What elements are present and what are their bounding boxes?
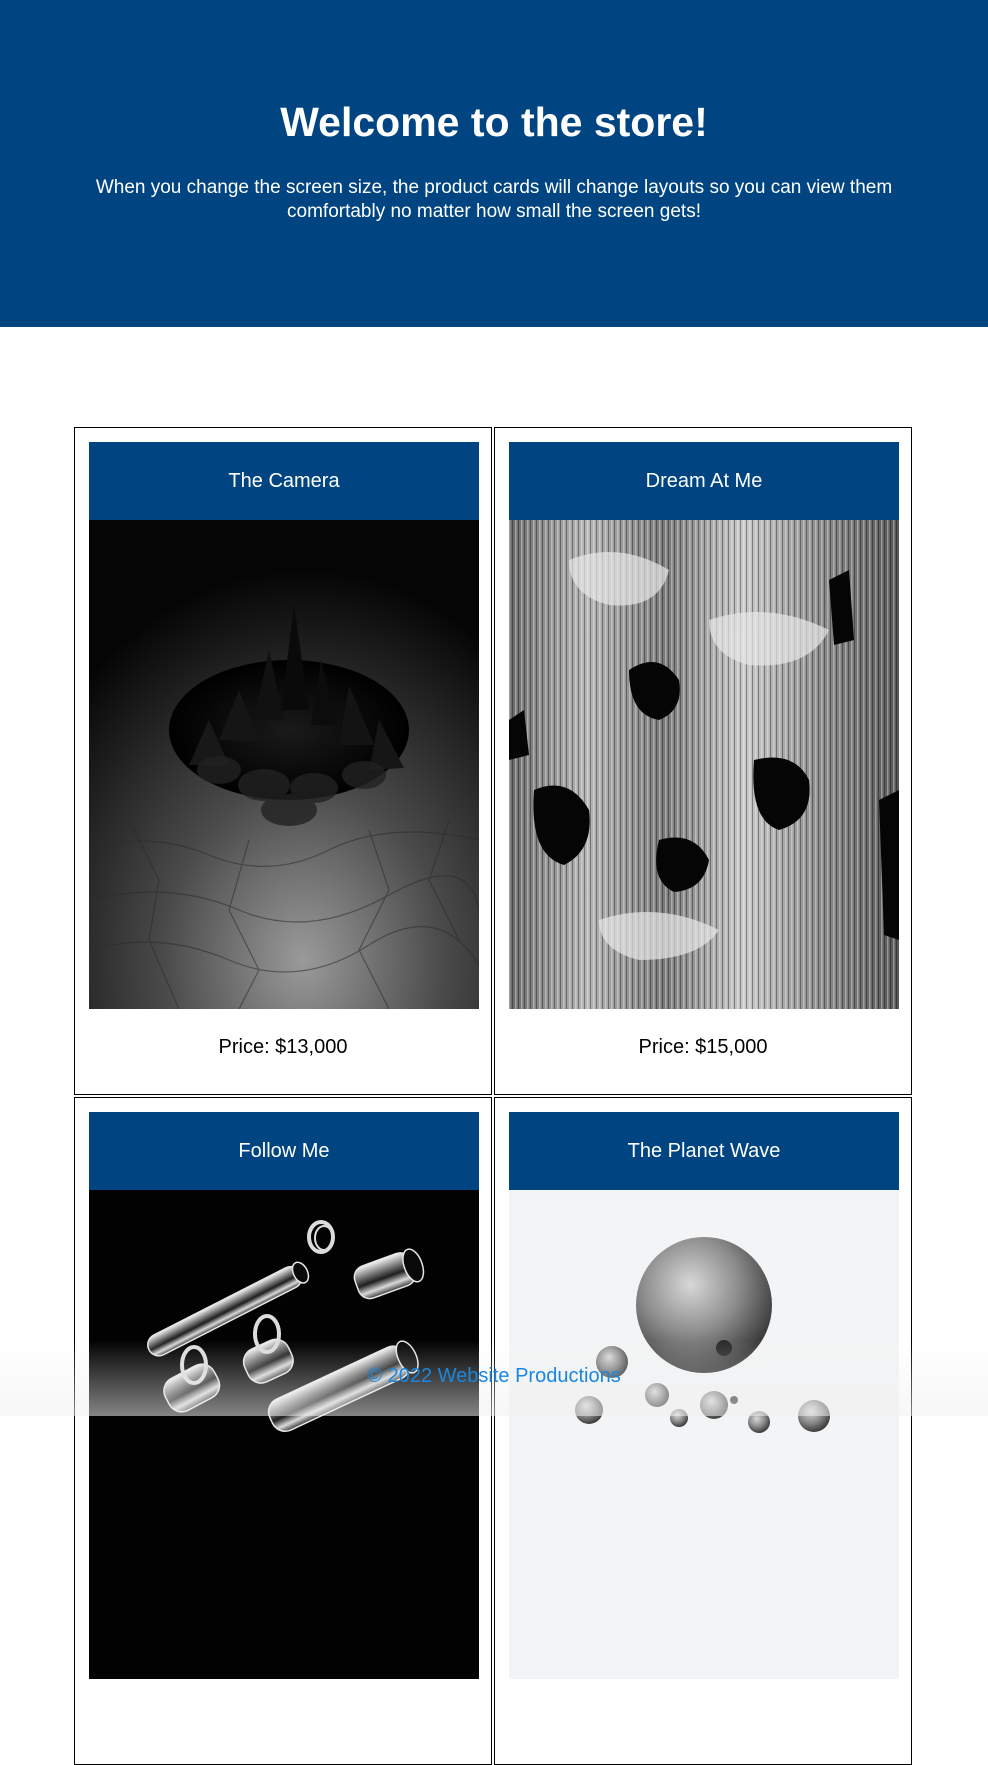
product-title: The Camera <box>89 442 479 520</box>
product-image <box>509 520 899 1009</box>
glitch-texture-image <box>509 520 899 1009</box>
spheres-image <box>509 1190 899 1679</box>
footer: © 2022 Website Productions <box>0 1340 988 1416</box>
product-card[interactable]: Dream At Me Price: $15,000 <box>494 427 912 1095</box>
product-title: Follow Me <box>89 1112 479 1190</box>
metal-tubes-image <box>89 1190 479 1679</box>
product-image <box>509 1190 899 1679</box>
product-card[interactable]: Follow Me <box>74 1097 492 1765</box>
footer-copyright: © 2022 Website Productions <box>367 1365 621 1387</box>
product-card[interactable]: The Camera Price: $13,000 <box>74 427 492 1095</box>
product-price: Price: $13,000 <box>218 1036 348 1058</box>
page-subtitle: When you change the screen size, the pro… <box>95 177 893 222</box>
product-image <box>89 1190 479 1679</box>
product-title: Dream At Me <box>509 442 899 520</box>
product-price: Price: $15,000 <box>638 1036 768 1058</box>
black-spiked-terrain-image <box>89 520 479 1009</box>
page-title: Welcome to the store! <box>280 99 708 145</box>
product-card[interactable]: The Planet Wave <box>494 1097 912 1765</box>
hero-banner: Welcome to the store! When you change th… <box>0 0 988 327</box>
product-image <box>89 520 479 1009</box>
product-title: The Planet Wave <box>509 1112 899 1190</box>
